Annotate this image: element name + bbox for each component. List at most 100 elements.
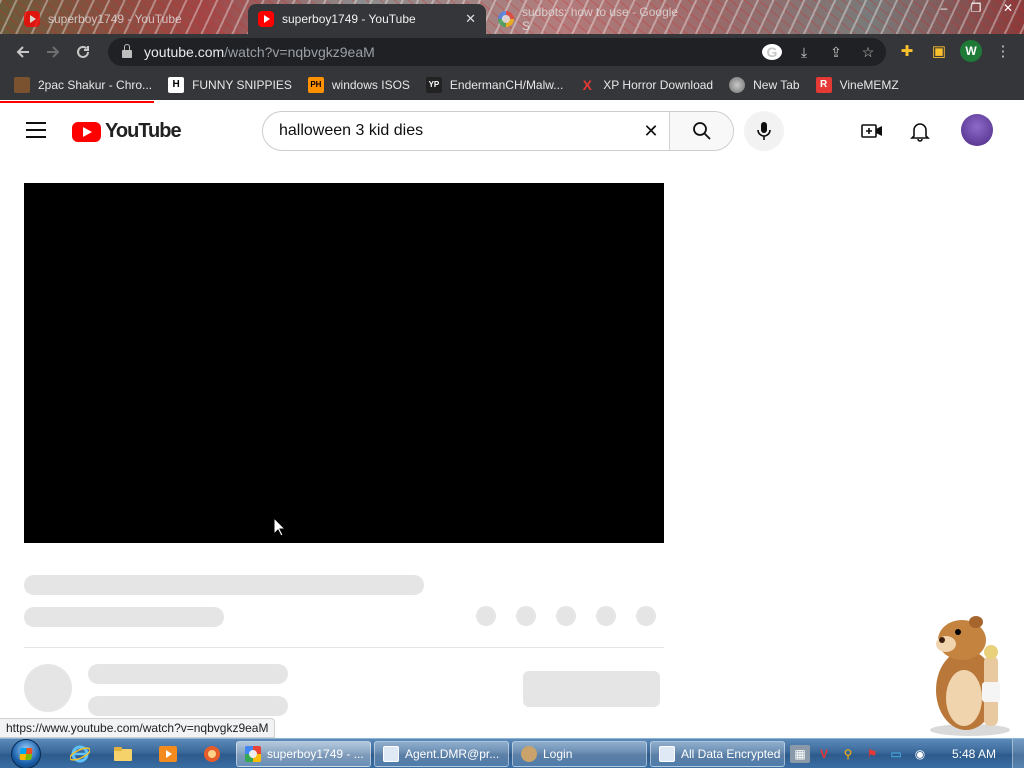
video-player[interactable]: [24, 183, 664, 543]
install-icon[interactable]: ⤓: [794, 44, 814, 61]
menu-kebab-icon[interactable]: ⋮: [992, 42, 1014, 60]
tab-title: superboy1749 - YouTube: [48, 12, 182, 26]
app-pinned-icon[interactable]: [192, 742, 232, 766]
tab-youtube-active[interactable]: superboy1749 - YouTube ✕: [248, 4, 486, 34]
tray-v-icon[interactable]: V: [814, 745, 834, 763]
search-icon: [692, 122, 711, 140]
bookmark-label: 2pac Shakur - Chro...: [38, 78, 153, 92]
back-button[interactable]: [8, 37, 38, 67]
bookmark-item[interactable]: H FUNNY SNIPPIES: [168, 77, 292, 93]
google-lens-icon[interactable]: G: [762, 44, 782, 60]
puzzle-icon: [14, 77, 30, 93]
globe-icon: [729, 77, 746, 93]
arrow-right-icon: [47, 46, 60, 58]
bookmarks-bar: 2pac Shakur - Chro... H FUNNY SNIPPIES P…: [0, 70, 1024, 100]
media-player-icon[interactable]: [148, 742, 188, 766]
tab-title: superboy1749 - YouTube: [282, 12, 416, 26]
channel-name-skeleton: [88, 664, 288, 684]
ph-icon: PH: [307, 77, 324, 93]
window-icon: [383, 746, 399, 762]
reload-button[interactable]: [68, 37, 98, 67]
bookmark-star-icon[interactable]: ☆: [858, 44, 878, 61]
guide-menu-icon[interactable]: [26, 122, 46, 138]
bookmark-label: New Tab: [753, 78, 800, 92]
bookmark-label: EndermanCH/Malw...: [449, 78, 564, 92]
action-skeleton: [596, 606, 616, 626]
close-tab-icon[interactable]: ✕: [465, 11, 476, 27]
start-button[interactable]: [6, 739, 46, 768]
bookmark-item[interactable]: R VineMEMZ: [815, 77, 899, 93]
youtube-logo[interactable]: YouTube: [72, 120, 182, 143]
close-window-button[interactable]: ✕: [992, 0, 1024, 18]
tray-app-icon[interactable]: ▦: [790, 745, 810, 763]
bookmark-item[interactable]: 2pac Shakur - Chro...: [14, 77, 152, 93]
youtube-header: YouTube halloween 3 kid dies ✕: [0, 103, 1024, 159]
meta-skeleton: [24, 607, 224, 627]
tray-network-icon[interactable]: ▭: [886, 745, 906, 763]
lock-icon[interactable]: [122, 44, 132, 58]
google-icon: [498, 11, 514, 27]
chrome-icon: [245, 746, 261, 762]
address-bar[interactable]: youtube.com/watch?v=nqbvgkz9eaM G ⤓ ⇪ ☆: [108, 38, 886, 66]
bookmark-item[interactable]: X XP Horror Download: [579, 77, 714, 93]
youtube-logo-text: YouTube: [105, 120, 182, 142]
clear-search-icon[interactable]: ✕: [633, 112, 669, 150]
url-text[interactable]: youtube.com/watch?v=nqbvgkz9eaM: [144, 44, 375, 60]
tray-search-icon[interactable]: ⚲: [838, 745, 858, 763]
youtube-icon: [24, 11, 40, 27]
reload-icon: [77, 45, 89, 58]
maximize-button[interactable]: ❐: [960, 0, 992, 18]
subscribe-skeleton: [523, 671, 660, 707]
user-icon: [521, 746, 537, 762]
taskbar-item-chrome[interactable]: superboy1749 - ...: [236, 741, 371, 767]
show-desktop-button[interactable]: [1012, 739, 1024, 768]
taskbar-item-label: Agent.DMR@pr...: [405, 747, 500, 761]
microphone-icon: [757, 122, 771, 140]
bookmark-item[interactable]: YP EndermanCH/Malw...: [425, 77, 564, 93]
title-skeleton: [24, 575, 424, 595]
yp-icon: YP: [425, 77, 442, 93]
youtube-play-icon: [72, 121, 101, 142]
notifications-button[interactable]: [908, 119, 932, 143]
action-skeleton: [476, 606, 496, 626]
profile-avatar[interactable]: W: [960, 40, 982, 62]
mouse-cursor-icon: [273, 517, 287, 537]
bookmark-item[interactable]: PH windows ISOS: [307, 77, 410, 93]
share-icon[interactable]: ⇪: [826, 44, 846, 61]
taskbar-item-agent[interactable]: Agent.DMR@pr...: [374, 741, 509, 767]
search-button[interactable]: [669, 112, 733, 150]
channel-subs-skeleton: [88, 696, 288, 716]
taskbar-item-label: Login: [543, 747, 573, 761]
internet-explorer-icon[interactable]: [60, 742, 100, 766]
account-avatar[interactable]: [961, 114, 993, 146]
tray-flag-icon[interactable]: ⚑: [862, 745, 882, 763]
voice-search-button[interactable]: [744, 111, 784, 151]
window-icon: [659, 746, 675, 762]
system-tray: ▦ V ⚲ ⚑ ▭ ◉: [790, 742, 930, 766]
windows-taskbar: superboy1749 - ... Agent.DMR@pr... Login…: [0, 738, 1024, 768]
bookmark-item[interactable]: New Tab: [729, 77, 800, 93]
search-input[interactable]: halloween 3 kid dies: [263, 112, 633, 150]
taskbar-clock[interactable]: 5:48 AM: [942, 739, 1006, 768]
file-explorer-icon[interactable]: [103, 742, 143, 766]
tray-volume-icon[interactable]: ◉: [910, 745, 930, 763]
extensions-icon[interactable]: ✚: [896, 42, 918, 60]
minimize-button[interactable]: –: [928, 0, 960, 18]
tab-youtube-1[interactable]: superboy1749 - YouTube: [14, 4, 248, 34]
forward-button[interactable]: [38, 37, 68, 67]
arrow-left-icon: [16, 46, 29, 58]
tab-google[interactable]: sudbots: how to use - Google S: [488, 4, 698, 34]
create-video-button[interactable]: [860, 119, 884, 143]
taskbar-item-encrypted[interactable]: All Data Encrypted: [650, 741, 785, 767]
r-icon: R: [815, 77, 832, 93]
divider: [24, 647, 664, 648]
tab-title: sudbots: how to use - Google S: [522, 5, 679, 33]
side-panel-icon[interactable]: ▣: [928, 42, 950, 60]
taskbar-item-login[interactable]: Login: [512, 741, 647, 767]
bookmark-label: windows ISOS: [331, 78, 410, 92]
bookmark-label: VineMEMZ: [839, 78, 899, 92]
bell-icon: [910, 123, 930, 142]
video-plus-icon: [861, 124, 882, 138]
bookmark-label: XP Horror Download: [603, 78, 714, 92]
action-skeleton: [636, 606, 656, 626]
